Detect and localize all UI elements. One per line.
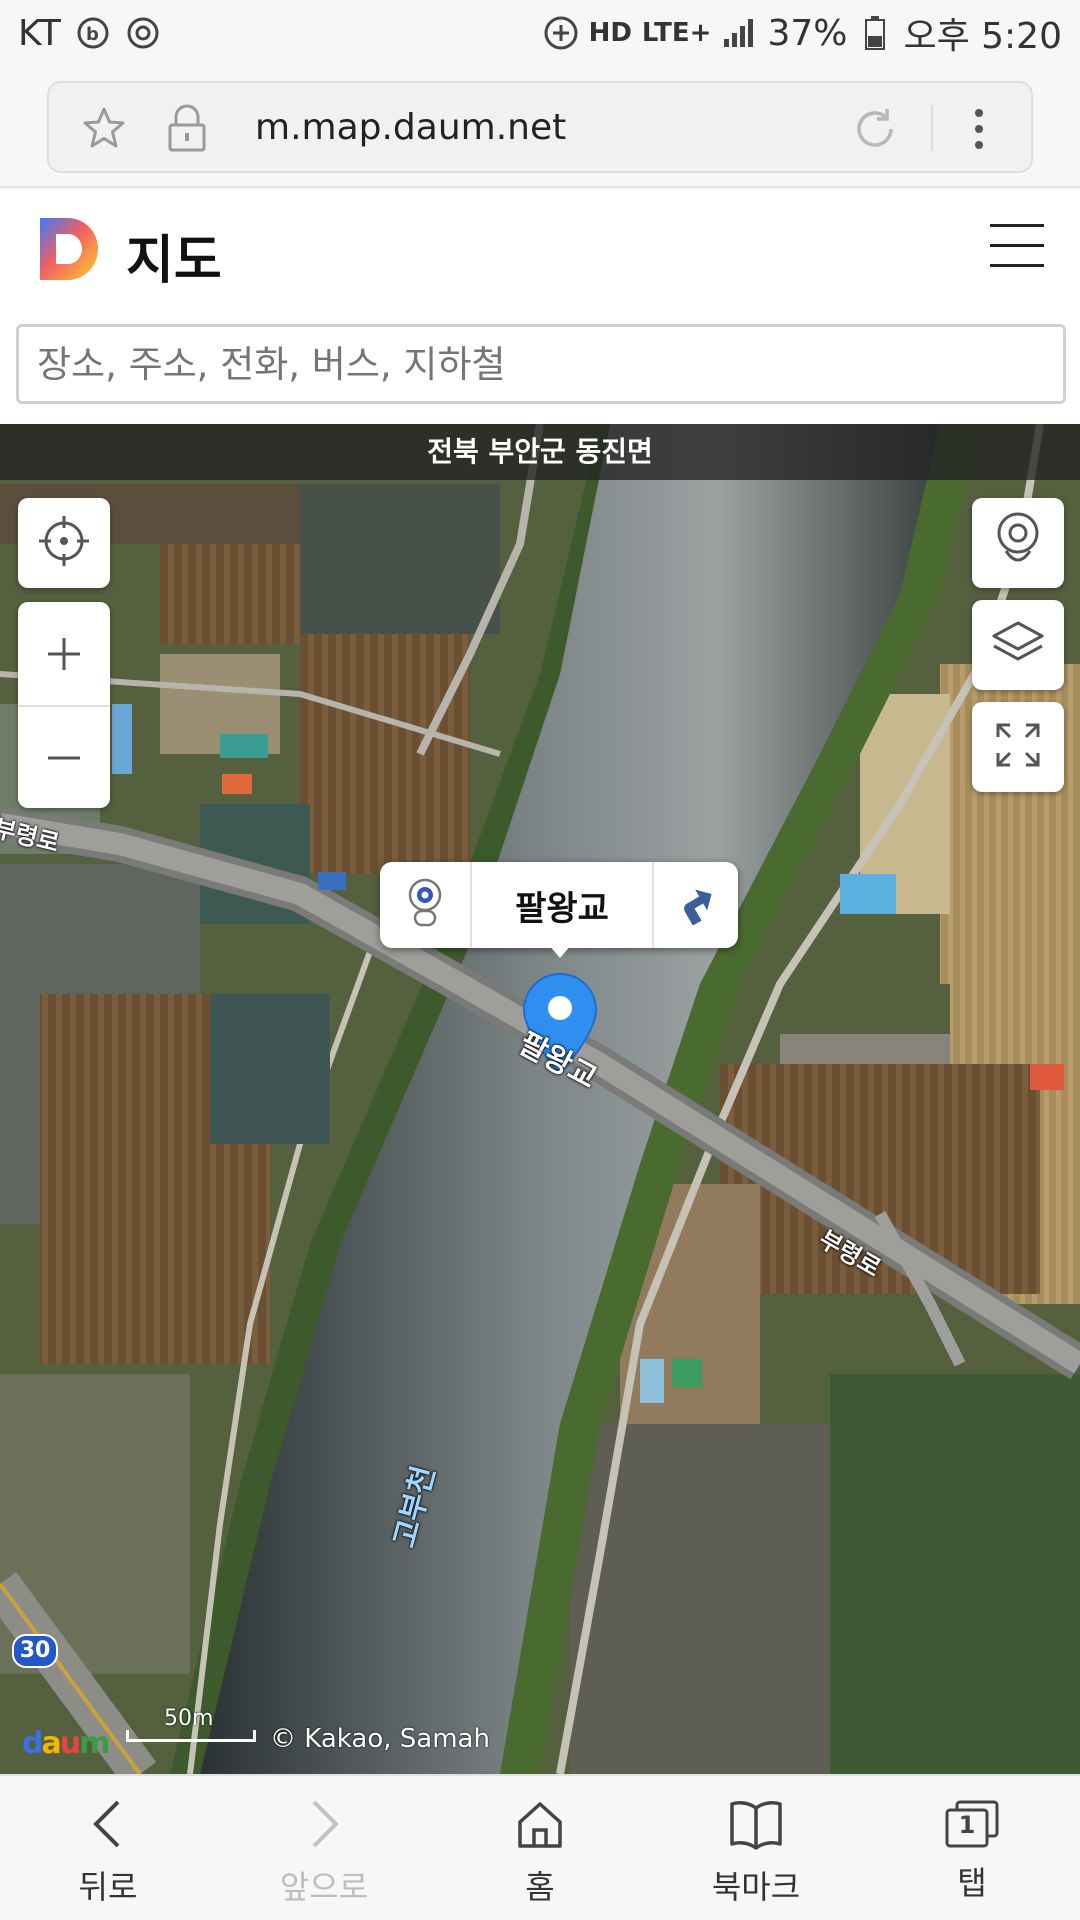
chevron-left-icon — [84, 1798, 132, 1854]
svg-text:b: b — [86, 24, 99, 45]
reload-icon[interactable] — [851, 105, 899, 157]
chevron-right-icon — [300, 1798, 348, 1854]
region-bar: 전북 부안군 동진면 — [0, 424, 1080, 480]
back-label: 뒤로 — [78, 1868, 138, 1906]
band-app-icon: b — [75, 15, 111, 51]
carrier-name: KT — [18, 12, 61, 54]
bookmark-star-icon[interactable] — [81, 105, 127, 155]
book-icon — [728, 1798, 784, 1854]
search-input[interactable] — [16, 324, 1066, 404]
satellite-map[interactable]: 전북 부안군 동진면 팔왕교 팔왕교 부령로 부령로 고부천 30 daum 5… — [0, 424, 1080, 1774]
back-button[interactable]: 뒤로 — [0, 1776, 216, 1920]
bookmarks-button[interactable]: 북마크 — [648, 1776, 864, 1920]
layers-icon — [991, 619, 1045, 671]
fullscreen-button[interactable] — [972, 702, 1064, 792]
tabs-label: 탭 — [957, 1864, 987, 1902]
tabs-button[interactable]: 1 탭 — [864, 1776, 1080, 1920]
crosshair-icon — [37, 514, 91, 572]
map-scale: 50m — [126, 1706, 256, 1742]
minus-icon — [48, 756, 80, 759]
callout-pointer — [548, 944, 572, 958]
hd-voice-icon: HD — [588, 18, 632, 48]
forward-label: 앞으로 — [279, 1868, 369, 1906]
network-type: LTE+ — [641, 18, 712, 48]
home-icon — [514, 1798, 566, 1854]
callout-directions-button[interactable] — [652, 862, 738, 948]
toolbar-divider — [931, 105, 933, 151]
home-label: 홈 — [525, 1868, 555, 1906]
callout-roadview-button[interactable] — [380, 862, 472, 948]
browser-toolbar: m.map.daum.net — [0, 66, 1080, 188]
expand-icon — [994, 721, 1042, 773]
directions-arrow-icon — [674, 881, 718, 929]
signal-icon — [721, 15, 757, 51]
home-button[interactable]: 홈 — [432, 1776, 648, 1920]
roadview-button[interactable] — [972, 498, 1064, 588]
map-layers-button[interactable] — [972, 600, 1064, 690]
page-title: 지도 — [126, 231, 222, 291]
roadview-camera-icon — [994, 511, 1042, 575]
current-location-button[interactable] — [18, 498, 110, 588]
forward-button[interactable]: 앞으로 — [216, 1776, 432, 1920]
menu-icon[interactable] — [990, 224, 1044, 268]
url-text[interactable]: m.map.daum.net — [255, 107, 566, 148]
route-number-badge: 30 — [12, 1634, 58, 1668]
scale-label: 50m — [164, 1706, 214, 1731]
bookmarks-label: 북마크 — [711, 1868, 801, 1906]
tab-count: 1 — [958, 1811, 976, 1839]
satellite-imagery — [0, 424, 1080, 1774]
selected-place-name[interactable]: 팔왕교 — [472, 862, 652, 948]
zoom-in-button[interactable] — [18, 602, 110, 705]
roadview-icon — [405, 877, 445, 933]
zoom-controls — [18, 602, 110, 808]
daum-logo-icon[interactable] — [38, 216, 100, 282]
notification-app-icon — [125, 15, 161, 51]
more-options-icon[interactable] — [971, 105, 987, 157]
plus-icon — [48, 637, 80, 670]
battery-icon — [857, 15, 893, 51]
status-bar: KT b HD LTE+ 37% 오후 5:20 — [0, 0, 1080, 66]
clock: 오후 5:20 — [903, 16, 1062, 57]
scale-bar — [126, 1730, 256, 1742]
zoom-out-button[interactable] — [18, 705, 110, 808]
place-callout: 팔왕교 — [380, 862, 738, 948]
lock-icon — [167, 103, 207, 157]
browser-bottom-nav: 뒤로 앞으로 홈 북마크 1 탭 — [0, 1774, 1080, 1920]
app-header: 지도 — [0, 190, 1080, 424]
map-copyright: © Kakao, Samah — [270, 1724, 490, 1754]
tabs-icon: 1 — [943, 1798, 1001, 1850]
daum-map-logo: daum — [22, 1726, 110, 1761]
data-saver-icon — [543, 15, 579, 51]
address-bar[interactable]: m.map.daum.net — [47, 81, 1033, 173]
battery-percent: 37% — [767, 12, 848, 54]
